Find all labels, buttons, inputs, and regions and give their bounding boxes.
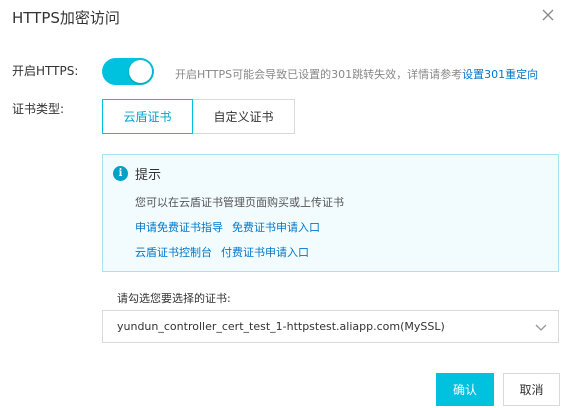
tip-box: i 提示 您可以在云盾证书管理页面购买或上传证书 申请免费证书指导 免费证书申请入…: [102, 154, 559, 272]
cert-type-custom-option[interactable]: 自定义证书: [192, 99, 295, 134]
dialog-title: HTTPS加密访问: [12, 9, 120, 27]
cancel-button[interactable]: 取消: [503, 373, 560, 406]
confirm-button[interactable]: 确认: [436, 373, 494, 406]
cert-select-label: 请勾选您要选择的证书:: [117, 292, 231, 305]
https-label: 开启HTTPS:: [12, 64, 79, 78]
close-icon[interactable]: [540, 7, 556, 23]
https-toggle[interactable]: [102, 58, 154, 85]
free-cert-apply-link[interactable]: 免费证书申请入口: [232, 221, 320, 234]
cert-type-label: 证书类型:: [12, 102, 65, 116]
tip-links-row-2: 云盾证书控制台 付费证书申请入口: [135, 244, 318, 260]
cert-console-link[interactable]: 云盾证书控制台: [135, 246, 212, 259]
chevron-down-icon: [535, 324, 547, 331]
redirect-301-link[interactable]: 设置301重定向: [462, 68, 538, 81]
cert-select-value: yundun_controller_cert_test_1-httpstest.…: [117, 320, 445, 333]
https-hint-text: 开启HTTPS可能会导致已设置的301跳转失效，详情请参考: [175, 68, 463, 81]
cert-select[interactable]: yundun_controller_cert_test_1-httpstest.…: [102, 310, 559, 343]
tip-description: 您可以在云盾证书管理页面购买或上传证书: [135, 196, 344, 209]
paid-cert-apply-link[interactable]: 付费证书申请入口: [221, 246, 309, 259]
toggle-knob: [129, 60, 152, 83]
free-cert-guide-link[interactable]: 申请免费证书指导: [135, 221, 223, 234]
cert-type-yundun-option[interactable]: 云盾证书: [102, 99, 193, 134]
https-hint: 开启HTTPS可能会导致已设置的301跳转失效，详情请参考设置301重定向: [175, 66, 538, 82]
info-icon: i: [113, 166, 128, 181]
tip-links-row-1: 申请免费证书指导 免费证书申请入口: [135, 219, 329, 235]
tip-title: 提示: [135, 168, 162, 183]
